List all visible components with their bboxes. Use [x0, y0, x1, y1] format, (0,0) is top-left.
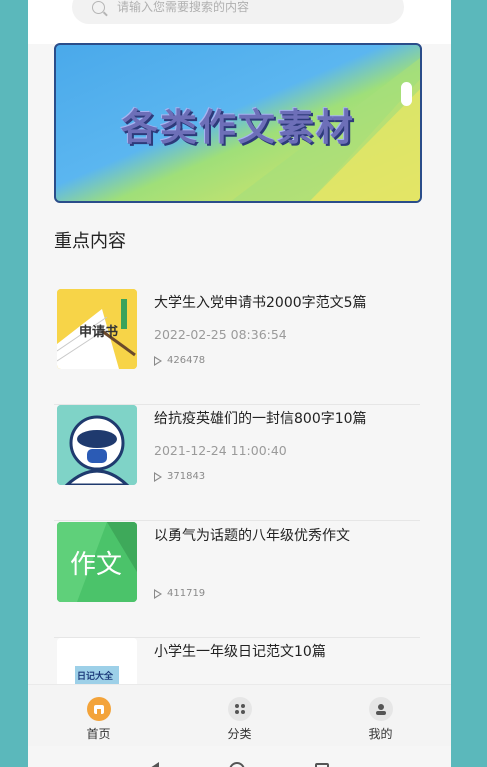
app-screen: 各类作文素材 重点内容 申请书 大学生入党申请书2000字范文5篇 2022-0… — [28, 0, 451, 767]
tab-mine[interactable]: 我的 — [310, 685, 451, 746]
header — [28, 0, 451, 44]
article-views: 371843 — [154, 471, 205, 482]
section-title: 重点内容 — [54, 231, 126, 252]
back-icon[interactable] — [150, 762, 159, 767]
article-date: 2022-02-25 08:36:54 — [154, 327, 287, 342]
article-title: 小学生一年级日记范文10篇 — [154, 644, 326, 660]
article-views: 426478 — [154, 355, 205, 366]
view-count: 411719 — [167, 588, 206, 599]
banner-title: 各类作文素材 — [121, 106, 355, 149]
user-icon — [368, 697, 393, 721]
home-icon — [86, 697, 111, 721]
view-count: 426478 — [167, 355, 206, 366]
article-thumbnail: 申请书 — [57, 289, 137, 369]
article-item[interactable]: 作文 以勇气为话题的八年级优秀作文 411719 — [54, 522, 420, 638]
play-icon — [154, 355, 162, 366]
thumbnail-label: 日记大全 — [77, 672, 114, 682]
banner-indicator — [401, 82, 412, 106]
article-title: 大学生入党申请书2000字范文5篇 — [154, 295, 367, 311]
article-thumbnail — [57, 405, 137, 485]
medical-worker-image — [57, 405, 137, 485]
bottom-tab-bar: 首页 分类 我的 — [28, 684, 451, 746]
tab-category[interactable]: 分类 — [169, 685, 310, 746]
article-thumbnail: 作文 — [57, 522, 137, 602]
tab-label: 我的 — [368, 727, 393, 741]
tab-label: 首页 — [86, 727, 111, 741]
tab-label: 分类 — [227, 727, 252, 741]
article-item[interactable]: 申请书 大学生入党申请书2000字范文5篇 2022-02-25 08:36:5… — [54, 289, 420, 405]
article-title: 给抗疫英雄们的一封信800字10篇 — [154, 411, 367, 427]
thumbnail-label: 作文 — [70, 550, 123, 580]
banner[interactable]: 各类作文素材 — [54, 43, 422, 203]
grid-icon — [227, 697, 252, 721]
article-title: 以勇气为话题的八年级优秀作文 — [154, 528, 350, 544]
search-bar[interactable] — [72, 0, 404, 24]
system-nav-bar — [28, 746, 451, 767]
article-views: 411719 — [154, 588, 205, 599]
search-input[interactable] — [117, 0, 357, 14]
play-icon — [154, 588, 162, 599]
tab-home[interactable]: 首页 — [28, 685, 169, 746]
play-icon — [154, 471, 162, 482]
recent-apps-icon[interactable] — [315, 763, 329, 767]
search-icon — [92, 0, 105, 14]
article-item[interactable]: 给抗疫英雄们的一封信800字10篇 2021-12-24 11:00:40 37… — [54, 405, 420, 521]
thumbnail-label: 申请书 — [79, 325, 119, 340]
view-count: 371843 — [167, 471, 206, 482]
home-circle-icon[interactable] — [229, 762, 245, 767]
article-date: 2021-12-24 11:00:40 — [154, 443, 287, 458]
